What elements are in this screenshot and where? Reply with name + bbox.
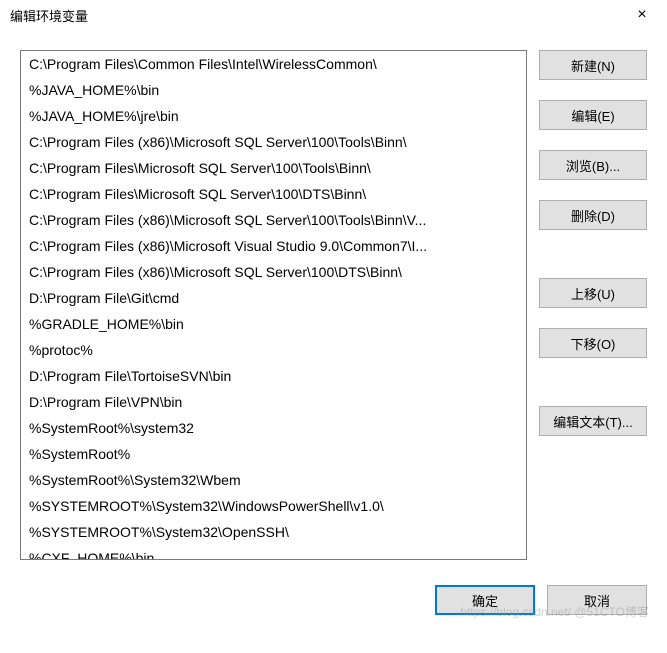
edit-text-button[interactable]: 编辑文本(T)...	[539, 406, 647, 436]
list-item[interactable]: %SystemRoot%\System32\Wbem	[21, 467, 526, 493]
button-column: 新建(N) 编辑(E) 浏览(B)... 删除(D) 上移(U) 下移(O) 编…	[539, 50, 647, 560]
list-item[interactable]: C:\Program Files\Microsoft SQL Server\10…	[21, 181, 526, 207]
list-item[interactable]: %SystemRoot%\system32	[21, 415, 526, 441]
list-item[interactable]: %CXF_HOME%\bin	[21, 545, 526, 560]
window-title: 编辑环境变量	[10, 6, 88, 25]
titlebar: 编辑环境变量 ×	[0, 0, 667, 30]
close-icon[interactable]: ×	[627, 6, 657, 24]
list-item[interactable]: %JAVA_HOME%\bin	[21, 77, 526, 103]
ok-button[interactable]: 确定	[435, 585, 535, 615]
footer: 确定 取消 https://blog.csdn.net/ @51CTO博客	[0, 570, 667, 630]
list-item[interactable]: C:\Program Files (x86)\Microsoft SQL Ser…	[21, 207, 526, 233]
list-item[interactable]: %SYSTEMROOT%\System32\OpenSSH\	[21, 519, 526, 545]
list-item[interactable]: %GRADLE_HOME%\bin	[21, 311, 526, 337]
list-item[interactable]: %SystemRoot%	[21, 441, 526, 467]
list-item[interactable]: %protoc%	[21, 337, 526, 363]
list-item[interactable]: D:\Program File\VPN\bin	[21, 389, 526, 415]
move-down-button[interactable]: 下移(O)	[539, 328, 647, 358]
path-listbox[interactable]: C:\Program Files\Common Files\Intel\Wire…	[20, 50, 527, 560]
list-item[interactable]: C:\Program Files (x86)\Microsoft SQL Ser…	[21, 259, 526, 285]
list-item[interactable]: C:\Program Files (x86)\Microsoft SQL Ser…	[21, 129, 526, 155]
list-item[interactable]: %JAVA_HOME%\jre\bin	[21, 103, 526, 129]
new-button[interactable]: 新建(N)	[539, 50, 647, 80]
list-item[interactable]: C:\Program Files (x86)\Microsoft Visual …	[21, 233, 526, 259]
content-area: C:\Program Files\Common Files\Intel\Wire…	[0, 30, 667, 570]
list-item[interactable]: C:\Program Files\Microsoft SQL Server\10…	[21, 155, 526, 181]
delete-button[interactable]: 删除(D)	[539, 200, 647, 230]
edit-button[interactable]: 编辑(E)	[539, 100, 647, 130]
move-up-button[interactable]: 上移(U)	[539, 278, 647, 308]
browse-button[interactable]: 浏览(B)...	[539, 150, 647, 180]
list-item[interactable]: %SYSTEMROOT%\System32\WindowsPowerShell\…	[21, 493, 526, 519]
list-item[interactable]: D:\Program File\TortoiseSVN\bin	[21, 363, 526, 389]
list-item[interactable]: D:\Program File\Git\cmd	[21, 285, 526, 311]
list-item[interactable]: C:\Program Files\Common Files\Intel\Wire…	[21, 51, 526, 77]
cancel-button[interactable]: 取消	[547, 585, 647, 615]
